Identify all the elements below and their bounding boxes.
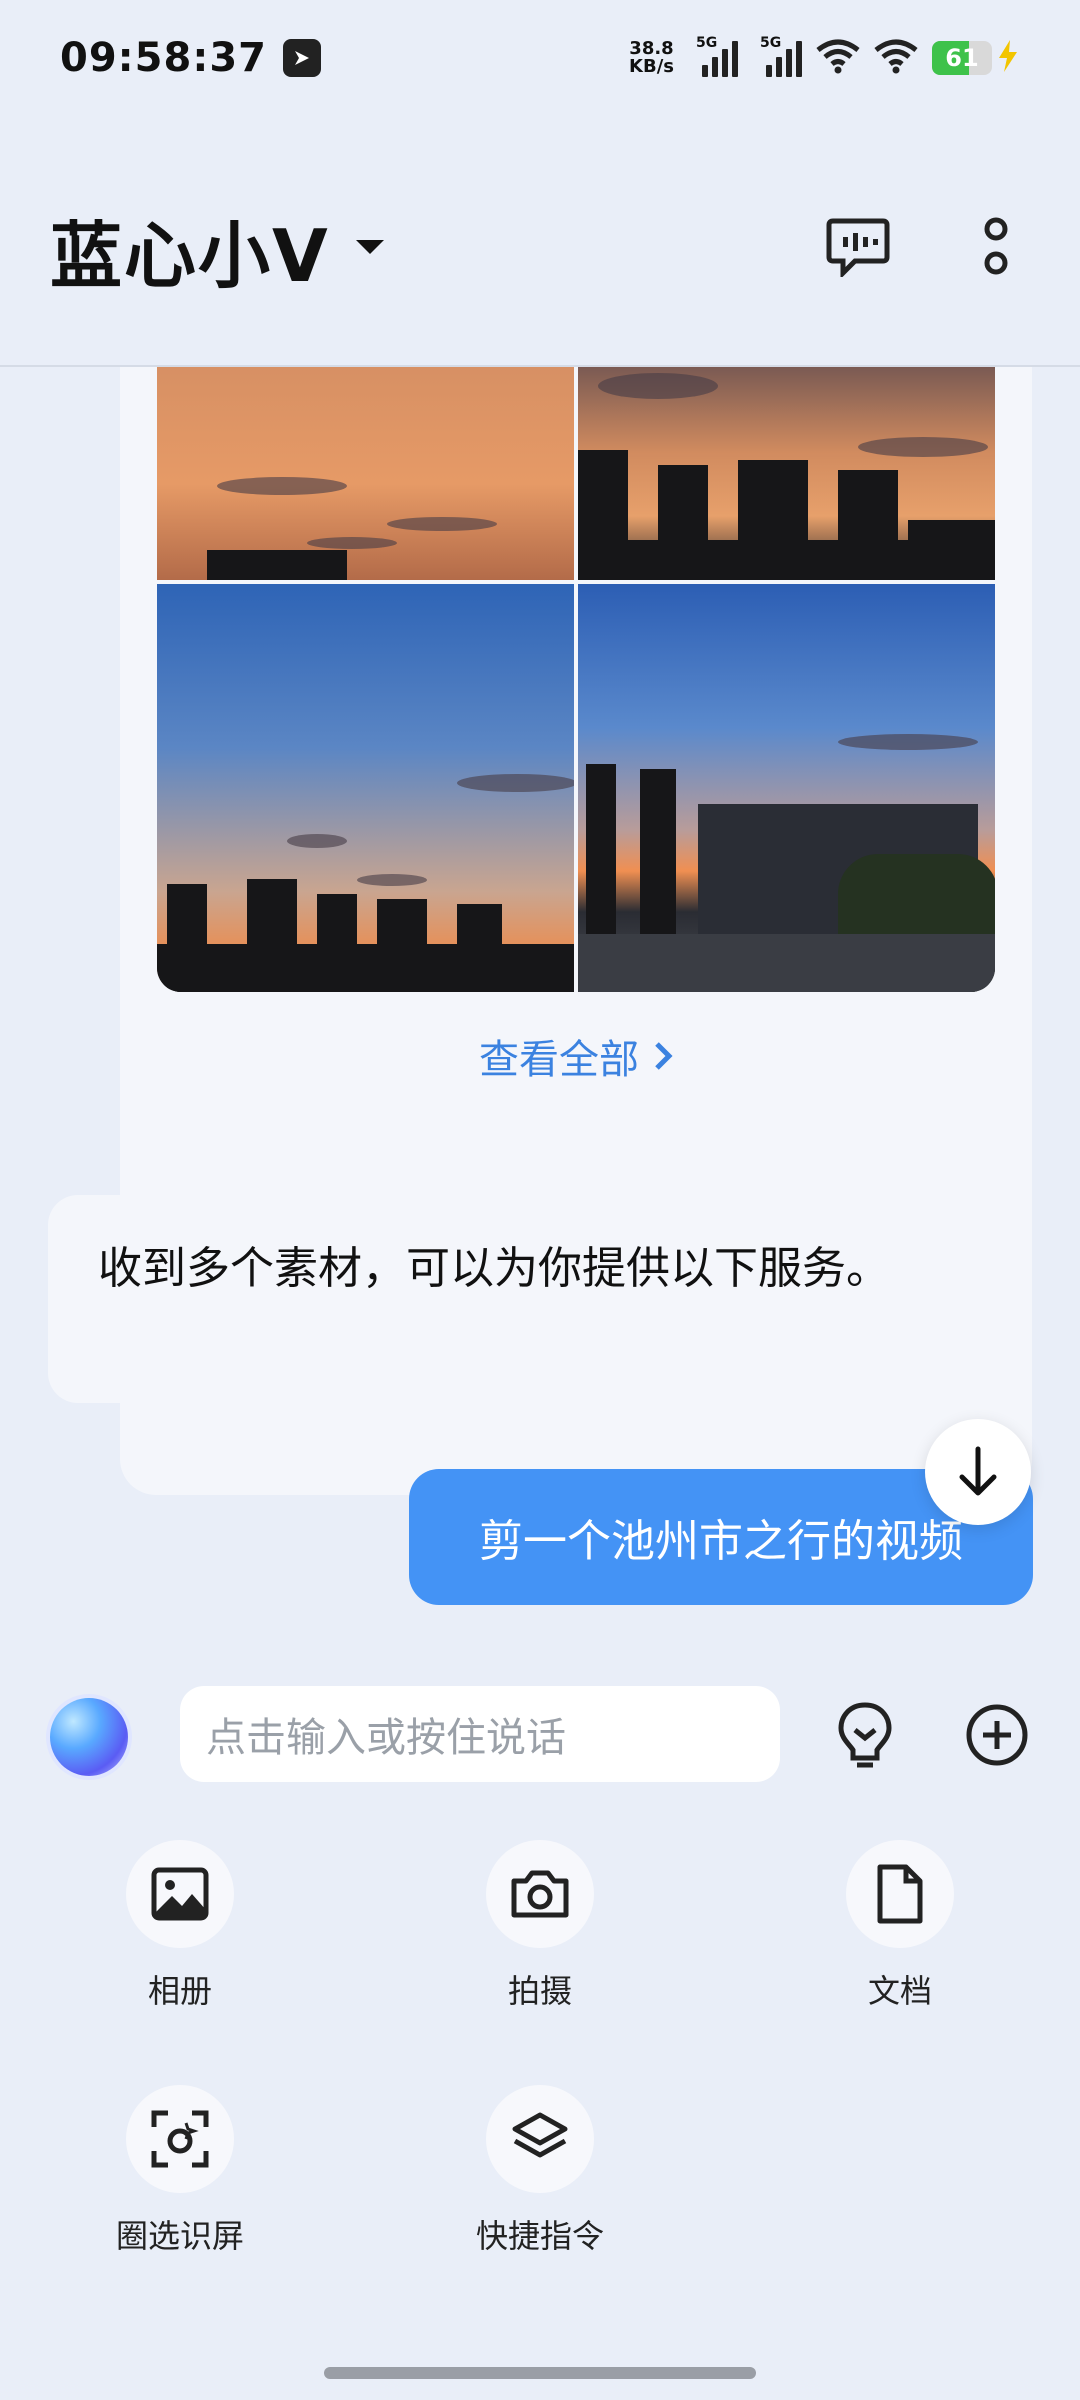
lightbulb-icon — [838, 1702, 892, 1768]
add-button[interactable] — [952, 1690, 1042, 1780]
cell-signal-2-icon: 5G — [760, 35, 802, 77]
plus-circle-icon — [966, 1704, 1028, 1766]
more-vertical-icon — [984, 217, 1008, 275]
chevron-right-icon — [655, 1042, 673, 1070]
status-bar: 09:58:37 38.8 KB/s 5G 5G 61 — [0, 0, 1080, 115]
photo-thumbnail[interactable] — [578, 367, 995, 580]
camera-icon — [511, 1870, 569, 1918]
app-header: 蓝心小V — [0, 115, 1080, 367]
photo-grid — [157, 367, 995, 992]
tools-panel: 相册 拍摄 文档 圈选识屏 快捷指令 — [0, 1840, 1080, 2260]
charging-icon — [996, 39, 1020, 77]
message-input[interactable]: 点击输入或按住说话 — [180, 1686, 780, 1782]
inspiration-button[interactable] — [820, 1690, 910, 1780]
assistant-message: 收到多个素材，可以为你提供以下服务。 — [48, 1195, 960, 1403]
arrow-down-icon — [959, 1446, 997, 1496]
tool-album[interactable]: 相册 — [90, 1840, 270, 2012]
network-speed: 38.8 KB/s — [629, 37, 674, 77]
wifi-icon-2 — [874, 38, 918, 78]
screen-select-icon — [151, 2110, 209, 2168]
more-options-button[interactable] — [956, 207, 1036, 287]
home-indicator[interactable] — [324, 2367, 756, 2379]
input-row: 点击输入或按住说话 — [0, 1680, 1080, 1790]
notification-icon — [282, 38, 321, 77]
tool-document[interactable]: 文档 — [810, 1840, 990, 2012]
history-chat-button[interactable] — [818, 207, 898, 287]
status-time: 09:58:37 — [60, 34, 267, 81]
chat-area[interactable]: 查看全部 收到多个素材，可以为你提供以下服务。 剪一个池州市之行的视频 — [0, 367, 1080, 1617]
document-icon — [877, 1864, 923, 1924]
layers-icon — [512, 2112, 568, 2158]
assistant-orb-icon[interactable] — [50, 1698, 128, 1776]
tool-screen-select[interactable]: 圈选识屏 — [90, 2085, 270, 2257]
photo-thumbnail[interactable] — [157, 584, 574, 992]
image-icon — [151, 1867, 209, 1921]
assistant-switcher[interactable]: 蓝心小V — [50, 197, 388, 302]
tool-shortcuts[interactable]: 快捷指令 — [450, 2085, 630, 2257]
page-title: 蓝心小V — [50, 214, 330, 298]
wifi-icon-1 — [816, 38, 860, 78]
tool-capture[interactable]: 拍摄 — [450, 1840, 630, 2012]
view-all-link[interactable]: 查看全部 — [120, 1027, 1032, 1085]
scroll-to-bottom-button[interactable] — [925, 1419, 1031, 1525]
chevron-down-icon — [352, 236, 388, 264]
chat-bubble-icon — [826, 218, 890, 277]
photo-thumbnail[interactable] — [578, 584, 995, 992]
photo-thumbnail[interactable] — [157, 367, 574, 580]
cell-signal-1-icon: 5G — [696, 35, 738, 77]
battery-indicator: 61 — [932, 39, 1020, 77]
